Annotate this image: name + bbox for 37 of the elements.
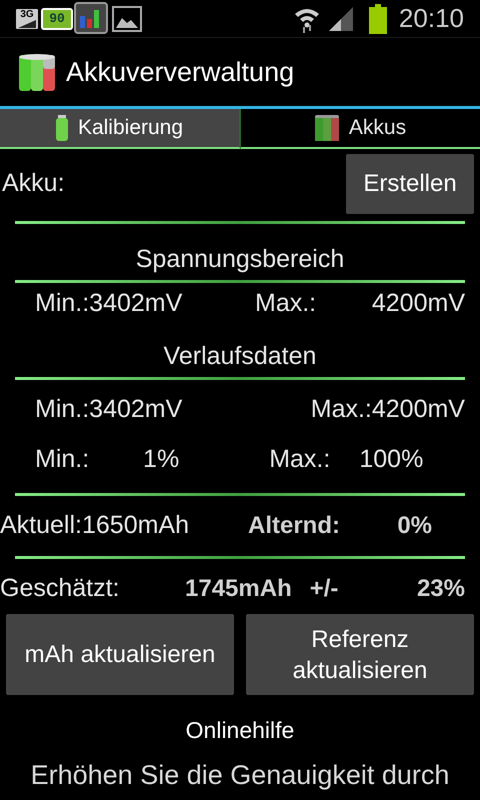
battery-icon [368,4,387,34]
update-button[interactable]: mAh aktualisieren [6,614,234,695]
max-label: Max.: [255,288,316,318]
max-voltage: Max.:4200mV [310,394,465,426]
section-heading: Spannungsbereich [136,244,344,274]
app-title: Akkuververwaltung [66,56,294,89]
tolerance-label: +/- [310,574,338,604]
max-percent: 100% [358,444,424,476]
aging-value: 0% [396,511,432,541]
max-label: Max.: [269,444,330,476]
signal-icon [326,4,355,32]
network-type-icon: 3G [16,8,38,28]
bar-chart-icon [74,2,108,36]
section-heading: Verlaufsdaten [164,341,316,371]
estimate-label: Geschätzt: [0,573,120,604]
clock: 20:10 [398,2,464,35]
aging-label: Alternd: [248,511,340,541]
signal-icon [18,20,36,28]
estimate-value: 1745mAh [185,574,292,604]
max-voltage: 4200mV [372,288,465,318]
battery-cells-icon [314,115,339,141]
create-button[interactable]: Erstellen [346,154,474,214]
battery-icon [56,115,68,141]
current-capacity: Aktuell:1650mAh [0,510,190,542]
akku-label: Akku: [2,168,65,200]
battery-widget: 90 [41,8,73,30]
min-label: Min.: [35,444,90,476]
min-voltage: Min.:3402mV [35,288,184,318]
image-icon [112,6,142,32]
help-text: Erhöhen Sie die Genauigkeit durch [30,759,450,791]
tolerance-value: 23% [416,574,465,604]
min-percent: 1% [142,444,180,476]
help-link[interactable]: Onlinehilfe [186,715,294,745]
battery-cells-icon [18,52,56,92]
update-button[interactable]: Referenz aktualisieren [246,614,474,695]
tab[interactable]: Kalibierung [0,109,241,149]
min-voltage: Min.:3402mV [35,394,182,426]
